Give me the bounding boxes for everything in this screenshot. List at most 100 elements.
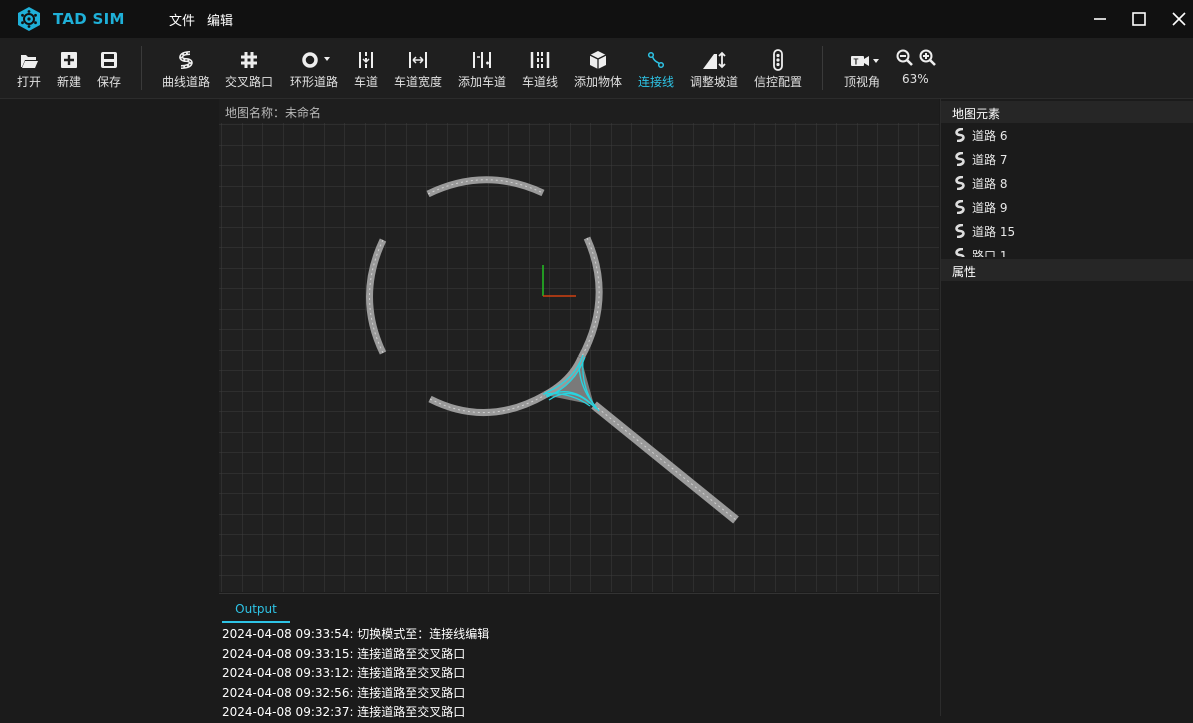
zoom-level: 63% (902, 72, 929, 86)
road-icon (955, 248, 965, 257)
log-line: 2024-04-08 09:33:12: 连接道路至交叉路口 (222, 666, 466, 680)
new-label: 新建 (56, 75, 81, 89)
lane-label: 车道 (353, 75, 378, 89)
connector-icon (647, 51, 665, 69)
open-label: 打开 (16, 75, 41, 89)
road-icon (955, 224, 965, 238)
menu-file[interactable]: 文件 (169, 10, 195, 29)
log-line: 2024-04-08 09:32:37: 连接道路至交叉路口 (222, 705, 466, 719)
junction-button[interactable]: 交叉路口 (223, 48, 275, 94)
map-elements-header: 地图元素 (941, 101, 1193, 123)
log-line: 2024-04-08 09:33:15: 连接道路至交叉路口 (222, 646, 466, 661)
ring-road-icon (302, 52, 330, 68)
floppy-icon (101, 52, 117, 68)
map-element-label: 道路 7 (972, 152, 1008, 167)
curve-road-icon (179, 51, 193, 69)
ring-road-button[interactable]: 环形道路 (288, 48, 340, 94)
map-viewport[interactable] (219, 123, 939, 592)
road-icon (955, 176, 965, 190)
lane-button[interactable]: 车道 (352, 48, 380, 94)
lane-line-icon (530, 52, 550, 68)
toolbar-separator (141, 46, 142, 90)
close-button[interactable] (1153, 4, 1193, 34)
cube-icon (589, 51, 607, 69)
curve-road-label: 曲线道路 (161, 75, 210, 89)
map-element-item[interactable]: 路口 1 (941, 243, 1193, 257)
connector-button[interactable]: 连接线 (636, 48, 676, 94)
add-lane-label: 添加车道 (457, 75, 506, 89)
add-lane-button[interactable]: 添加车道 (456, 48, 508, 94)
lane-icon (359, 52, 373, 68)
zoom-in-icon (919, 49, 936, 66)
title-bar: TAD SIM 文件 编辑 (0, 0, 1193, 38)
output-tab[interactable]: Output (222, 600, 290, 623)
road-icon (955, 128, 965, 142)
menu-edit[interactable]: 编辑 (207, 10, 233, 29)
minimize-button[interactable] (1080, 4, 1120, 34)
map-element-label: 道路 9 (972, 200, 1008, 215)
map-element-label: 道路 15 (972, 224, 1016, 239)
log-line: 2024-04-08 09:32:56: 连接道路至交叉路口 (222, 685, 466, 700)
add-object-label: 添加物体 (573, 75, 622, 89)
signal-config-label: 信控配置 (753, 75, 802, 89)
open-button[interactable]: 打开 (12, 48, 46, 94)
slope-icon (703, 51, 726, 69)
map-element-item[interactable]: 道路 8 (941, 171, 1193, 195)
properties-header: 属性 (941, 259, 1193, 281)
map-name-label: 地图名称：未命名 (225, 106, 322, 120)
properties-title: 属性 (952, 265, 977, 279)
right-panel: 地图元素 道路 6 道路 7 道路 8 道路 9 道路 15 路口 1 属性 (940, 99, 1193, 716)
log-line: 2024-04-08 09:33:54: 切换模式至：连接线编辑 (222, 627, 490, 641)
zoom-out-icon (896, 49, 913, 66)
view-button[interactable]: T 顶视角 (840, 48, 884, 94)
zoom-in-button[interactable] (918, 48, 938, 68)
curve-road-button[interactable]: 曲线道路 (160, 48, 212, 94)
map-element-item[interactable]: 道路 7 (941, 147, 1193, 171)
map-element-item[interactable]: 道路 15 (941, 219, 1193, 243)
camera-icon: T (851, 56, 879, 67)
app-logo-icon (18, 7, 40, 31)
lane-line-label: 车道线 (521, 75, 558, 89)
map-element-item[interactable]: 道路 9 (941, 195, 1193, 219)
adjust-slope-label: 调整坡道 (689, 75, 738, 89)
folder-open-icon (21, 55, 38, 68)
save-label: 保存 (96, 75, 121, 89)
junction-label: 交叉路口 (224, 75, 273, 89)
minimize-icon (1094, 18, 1106, 20)
map-elements-list: 道路 6 道路 7 道路 8 道路 9 道路 15 路口 1 (941, 123, 1193, 257)
traffic-light-icon (773, 49, 783, 71)
app-title: TAD SIM (53, 10, 125, 28)
toolbar: 打开 新建 保存 曲线道路 交叉路口 环形道路 车道 车道宽度 添加车道 车道线… (0, 38, 1193, 99)
output-panel: Output 2024-04-08 09:33:54: 切换模式至：连接线编辑 … (219, 593, 939, 719)
map-element-label: 道路 6 (972, 128, 1008, 143)
signal-config-button[interactable]: 信控配置 (752, 48, 804, 94)
add-object-button[interactable]: 添加物体 (572, 48, 624, 94)
junction-icon (241, 52, 257, 68)
close-icon (1172, 12, 1186, 26)
connector-label: 连接线 (637, 75, 674, 89)
add-lane-icon (473, 52, 491, 68)
zoom-out-button[interactable] (895, 48, 915, 68)
road-icon (955, 200, 965, 214)
view-label: 顶视角 (843, 75, 880, 89)
plus-box-icon (61, 52, 77, 68)
map-element-label: 道路 8 (972, 176, 1008, 191)
map-elements-title: 地图元素 (952, 107, 1001, 121)
new-button[interactable]: 新建 (52, 48, 86, 94)
output-log: 2024-04-08 09:33:54: 切换模式至：连接线编辑 2024-04… (222, 625, 489, 723)
map-element-label: 路口 1 (972, 248, 1008, 258)
road-icon (955, 152, 965, 166)
lane-width-button[interactable]: 车道宽度 (392, 48, 444, 94)
save-button[interactable]: 保存 (92, 48, 126, 94)
left-panel (0, 99, 218, 716)
lane-width-icon (409, 52, 427, 68)
lane-line-button[interactable]: 车道线 (520, 48, 560, 94)
toolbar-separator (822, 46, 823, 90)
menu-bar: 文件 编辑 (169, 10, 233, 29)
adjust-slope-button[interactable]: 调整坡道 (688, 48, 740, 94)
map-element-item[interactable]: 道路 6 (941, 123, 1193, 147)
ring-road-label: 环形道路 (289, 75, 338, 89)
map-canvas[interactable] (219, 123, 939, 592)
lane-width-label: 车道宽度 (393, 75, 442, 89)
viewport-header: 地图名称：未命名 (219, 99, 939, 123)
